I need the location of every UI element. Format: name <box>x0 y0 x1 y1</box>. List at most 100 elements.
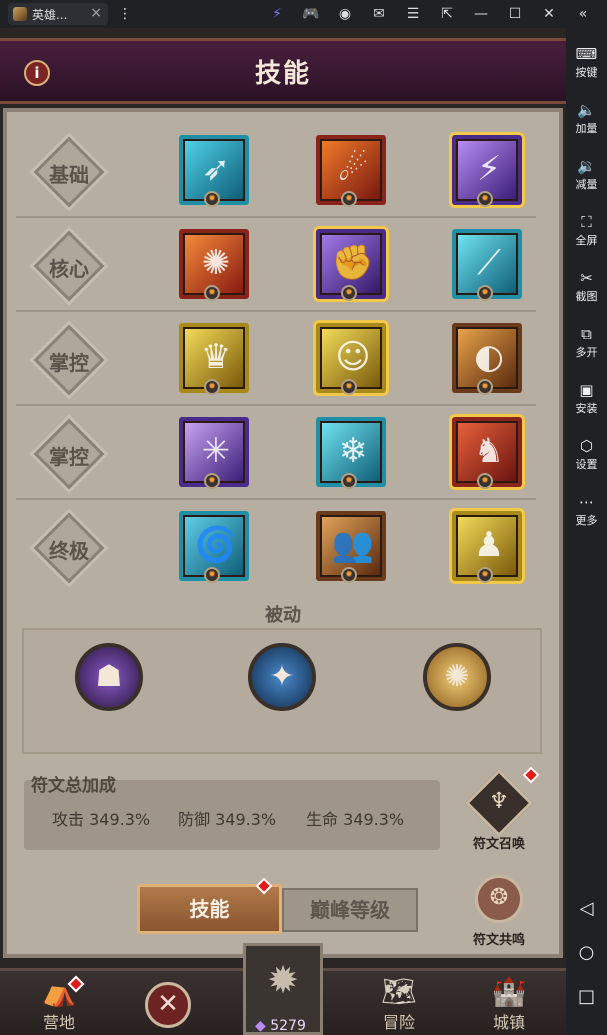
row-label-mastery-2: 掌控 <box>32 417 106 491</box>
app-logo-icon <box>13 7 27 21</box>
export-icon[interactable]: ⇱ <box>430 4 464 24</box>
maximize-icon[interactable]: ☐ <box>498 4 532 24</box>
tent-icon: ⛺ <box>41 975 77 1008</box>
map-icon: 🗺 <box>381 975 417 1008</box>
skill-summon[interactable]: 👥 ✹ <box>316 511 386 583</box>
passive-skill-3[interactable]: ✺ <box>423 643 491 711</box>
rune-summon-icon: ♆ <box>489 789 509 814</box>
close-x-icon: ✕ <box>157 989 179 1019</box>
volume-up-icon: 🔈 <box>577 101 596 119</box>
tab-paragon[interactable]: 巅峰等级 <box>282 888 418 932</box>
rune-bonus-title: 符文总加成 <box>31 776 116 796</box>
multi-instance-button[interactable]: ⧉ 多开 <box>566 324 607 360</box>
skill-blizzard[interactable]: 🌀 ✹ <box>179 511 249 583</box>
row-divider <box>16 498 536 500</box>
rune-socket-icon: ✹ <box>477 285 493 301</box>
install-apk-button[interactable]: ▣ 安装 <box>566 380 607 416</box>
passive-skill-1[interactable]: ☗ <box>75 643 143 711</box>
passive-skill-2[interactable]: ✦ <box>248 643 316 711</box>
rune-socket-icon: ✹ <box>204 473 220 489</box>
nav-camp[interactable]: ⛺ 营地 <box>14 975 104 1033</box>
gem-count: ◆ 5279 <box>255 1018 306 1034</box>
rune-resonance-button[interactable]: ❂ 符文共鸣 <box>463 869 535 948</box>
keymap-button[interactable]: ⌨ 按键 <box>566 44 607 80</box>
rune-socket-icon: ✹ <box>477 379 493 395</box>
rune-socket-icon: ✹ <box>204 379 220 395</box>
window-titlebar: 英雄... × ⋮ ⚡ 🎮 ◉ ✉ ☰ ⇱ — ☐ ✕ « <box>0 0 607 28</box>
nav-town[interactable]: 🏰 城镇 <box>464 975 554 1033</box>
skill-hydra[interactable]: ♞ ✹ <box>452 417 522 489</box>
emulator-toolbar: ⌨ 按键 🔈 加量 🔉 减量 ⛶ 全屏 ✂ 截图 ⧉ 多开 ▣ 安装 ⬡ 设置 ⋯ 更多 ◁ ○ … <box>566 28 607 1035</box>
hamburger-icon[interactable]: ☰ <box>396 4 430 24</box>
apk-icon: ▣ <box>579 381 594 399</box>
skill-dash[interactable]: ☺ ✹ <box>316 323 386 395</box>
minimize-icon[interactable]: — <box>464 4 498 24</box>
speed-icon[interactable]: ⚡ <box>260 4 294 24</box>
mail-icon[interactable]: ✉ <box>362 4 396 24</box>
more-icon: ⋯ <box>579 493 594 511</box>
rune-socket-icon: ✹ <box>477 473 493 489</box>
rune-socket-icon: ✹ <box>341 567 357 583</box>
row-divider <box>16 310 536 312</box>
dash-icon: ☺ <box>335 337 371 377</box>
rune-socket-icon: ✹ <box>204 567 220 583</box>
fullscreen-button[interactable]: ⛶ 全屏 <box>566 212 607 248</box>
skill-frozen-orb[interactable]: ⟋ ✹ <box>452 229 522 301</box>
ice-shard-icon: ➶ <box>201 149 231 189</box>
user-icon[interactable]: ◉ <box>328 4 362 24</box>
row-divider <box>16 404 536 406</box>
skill-spark[interactable]: ⚡ ✹ <box>452 135 522 207</box>
crown-icon: ♛ <box>200 337 232 377</box>
close-button[interactable]: ✕ <box>145 982 191 1028</box>
skill-meteor[interactable]: ◐ ✹ <box>452 323 522 395</box>
back-icon[interactable]: ◁ <box>566 898 607 919</box>
home-icon[interactable]: ○ <box>566 942 607 963</box>
nav-adventure[interactable]: 🗺 冒险 <box>354 975 444 1033</box>
rune-summon-button[interactable]: ♆ 符文召唤 <box>463 769 535 852</box>
ice-lance-icon: ⟋ <box>477 243 501 283</box>
volume-up-button[interactable]: 🔈 加量 <box>566 100 607 136</box>
skill-ice-shard[interactable]: ➶ ✹ <box>179 135 249 207</box>
hooded-figure-icon: ☗ <box>95 659 123 694</box>
life-bonus: 生命 349.3% <box>306 810 405 829</box>
spider-crest-icon: ✹ <box>267 958 299 1002</box>
skill-fire-bolt[interactable]: ☄ ✹ <box>316 135 386 207</box>
rune-socket-icon: ✹ <box>204 285 220 301</box>
skill-avatar[interactable]: ♟ ✹ <box>452 511 522 583</box>
volume-down-icon: 🔉 <box>577 157 596 175</box>
skill-charged-fist[interactable]: ✊ ✹ <box>316 229 386 301</box>
avatar-figure-icon: ♟ <box>473 525 505 565</box>
settings-button[interactable]: ⬡ 设置 <box>566 436 607 472</box>
collapse-icon[interactable]: « <box>566 4 600 24</box>
row-label-core: 核心 <box>32 229 106 303</box>
app-tab[interactable]: 英雄... × <box>8 3 108 25</box>
screenshot-button[interactable]: ✂ 截图 <box>566 268 607 304</box>
rune-socket-icon: ✹ <box>477 567 493 583</box>
castle-icon: 🏰 <box>491 975 527 1008</box>
page-title: 技能 <box>254 59 311 89</box>
row-label-basic: 基础 <box>32 135 106 209</box>
skill-fireball[interactable]: ✺ ✹ <box>179 229 249 301</box>
passive-title: 被动 <box>265 605 301 626</box>
fire-bolt-icon: ☄ <box>337 149 369 189</box>
rune-socket-icon: ✹ <box>341 473 357 489</box>
swirl-hand-icon: ✦ <box>269 659 295 694</box>
more-button[interactable]: ⋯ 更多 <box>566 492 607 528</box>
skill-crown[interactable]: ♛ ✹ <box>179 323 249 395</box>
multi-instance-icon: ⧉ <box>581 325 592 343</box>
rune-resonance-label: 符文共鸣 <box>472 933 525 948</box>
volume-down-button[interactable]: 🔉 减量 <box>566 156 607 192</box>
skill-chain-lightning[interactable]: ✳ ✹ <box>179 417 249 489</box>
blizzard-icon: 🌀 <box>194 525 238 565</box>
hydra-icon: ♞ <box>473 431 505 471</box>
window-close-icon[interactable]: ✕ <box>532 4 566 24</box>
menu-dots-icon[interactable]: ⋮ <box>108 4 142 24</box>
gamepad-icon[interactable]: 🎮 <box>294 4 328 24</box>
meteor-icon: ◐ <box>474 337 504 377</box>
tab-close-icon[interactable]: × <box>90 5 102 21</box>
recents-icon[interactable]: □ <box>566 986 607 1007</box>
skill-frost-nova[interactable]: ❄ ✹ <box>316 417 386 489</box>
app-tab-title: 英雄... <box>32 7 68 22</box>
row-divider <box>16 216 536 218</box>
attack-bonus: 攻击 349.3% <box>52 810 151 829</box>
